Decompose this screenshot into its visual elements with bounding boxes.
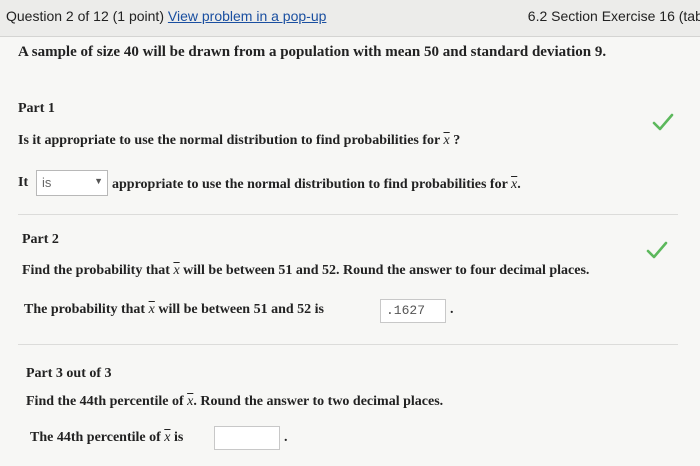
divider: [18, 344, 678, 345]
part3-title: Part 3 out of 3: [26, 366, 112, 381]
question-info: Question 2 of 12 (1 point) View problem …: [6, 8, 326, 24]
part2-answer-text: The probability that x will be between 5…: [24, 302, 325, 317]
part2-answer-input[interactable]: .1627: [380, 299, 446, 323]
problem-statement: A sample of size 40 will be drawn from a…: [18, 44, 607, 60]
popup-link[interactable]: View problem in a pop-up: [168, 8, 327, 24]
chevron-down-icon: ▼: [94, 176, 103, 186]
checkmark-icon: [646, 241, 668, 259]
select-value: is: [42, 175, 52, 190]
section-label: 6.2 Section Exercise 16 (tabl: [527, 8, 700, 24]
checkmark-icon: [652, 113, 674, 131]
question-label: Question 2 of 12 (1 point): [6, 8, 164, 24]
part1-answer-text: appropriate to use the normal distributi…: [112, 177, 521, 192]
part3-period: .: [284, 430, 288, 445]
part1-answer-prefix: It: [18, 175, 29, 190]
part1-title: Part 1: [18, 101, 55, 116]
part1-select[interactable]: is ▼: [36, 170, 108, 196]
part1-question: Is it appropriate to use the normal dist…: [18, 133, 461, 148]
part2-question: Find the probability that x will be betw…: [22, 263, 590, 278]
divider: [18, 214, 678, 215]
part3-question: Find the 44th percentile of x. Round the…: [26, 394, 444, 409]
question-header: Question 2 of 12 (1 point) View problem …: [0, 0, 700, 37]
part2-title: Part 2: [22, 232, 59, 247]
part3-answer-text: The 44th percentile of x is: [30, 430, 184, 445]
part2-period: .: [450, 302, 454, 317]
part3-answer-input[interactable]: [214, 426, 280, 450]
